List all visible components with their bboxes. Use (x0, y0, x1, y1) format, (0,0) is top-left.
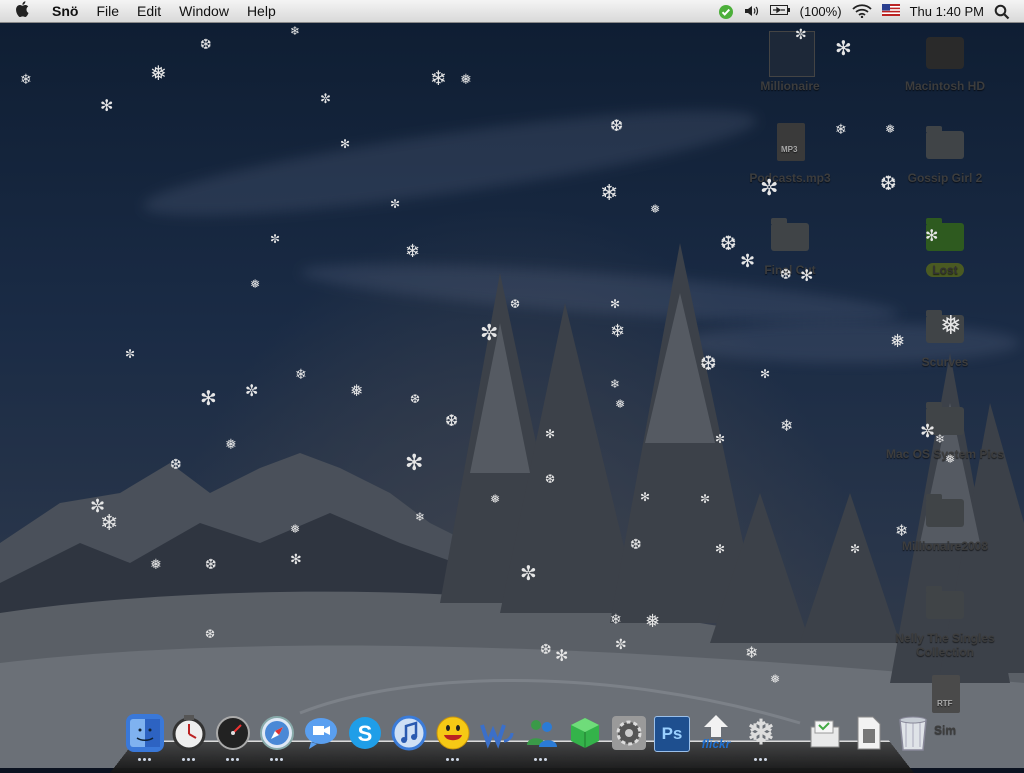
desktop-icon-label: Millionaire2008 (901, 539, 989, 553)
desktop-icon-millionaire[interactable]: Millionaire (735, 29, 845, 93)
msn-messenger-icon[interactable] (522, 714, 560, 761)
desktop-icon-lost[interactable]: Lost (890, 213, 1000, 277)
doc-stack-icon[interactable] (806, 714, 844, 752)
menu-bar: Snö File Edit Window Help (100%) Thu 1:4… (0, 0, 1024, 23)
desktop-icon-macintosh-hd[interactable]: Macintosh HD (890, 29, 1000, 93)
green-folder-icon (922, 213, 968, 259)
photoshop-icon[interactable]: Ps (654, 716, 690, 752)
battery-percent: (100%) (799, 3, 842, 19)
sno-icon[interactable]: ❄ (742, 714, 780, 761)
menu-app-name[interactable]: Snö (46, 3, 87, 19)
ichat-icon[interactable] (302, 714, 340, 752)
status-check-icon[interactable] (718, 4, 734, 19)
desktop-icon-scurves[interactable]: Scurves (890, 305, 1000, 369)
image-file-icon (767, 29, 815, 77)
rtf-file-icon: RTF (922, 673, 968, 719)
menu-help[interactable]: Help (238, 3, 285, 19)
hard-drive-icon (922, 29, 968, 75)
itunes-icon[interactable] (390, 714, 428, 752)
spotlight-search-icon[interactable] (994, 4, 1010, 20)
flickr-label: flickr (701, 737, 731, 751)
trash-icon[interactable] (894, 714, 932, 752)
doc-badge: RTF (937, 699, 953, 708)
battery-icon[interactable] (769, 4, 790, 18)
skype-icon[interactable]: S (346, 714, 384, 752)
snowflake-icon: ❄ (746, 714, 776, 752)
dashboard-icon[interactable] (214, 714, 252, 761)
menubar-clock[interactable]: Thu 1:40 PM (910, 4, 984, 19)
cube-app-icon[interactable] (566, 714, 604, 752)
svg-text:S: S (358, 721, 373, 746)
desktop-icon-label: Lost (926, 263, 964, 277)
menu-file[interactable]: File (87, 3, 128, 19)
folder-icon (922, 121, 968, 167)
document-icon[interactable] (850, 714, 888, 752)
desktop-icon-gossip-girl-2[interactable]: Gossip Girl 2 (890, 121, 1000, 185)
folder-icon (922, 581, 968, 627)
desktop-icon-label: Mac OS System Pics (885, 447, 1005, 461)
desktop-icon-nelly-the-singles-collection[interactable]: Nelly The Singles Collection (880, 581, 1010, 659)
yahoo-messenger-icon[interactable] (434, 714, 472, 761)
desktop-icon-label: Gossip Girl 2 (907, 171, 983, 185)
folder-icon (922, 489, 968, 535)
menu-edit[interactable]: Edit (128, 3, 170, 19)
desktop-icon-label: Sim (933, 723, 956, 737)
folder-icon (922, 305, 968, 351)
desktop-icon-mac-os-system-pics[interactable]: Mac OS System Pics (880, 397, 1010, 461)
desktop-icon-label: Macintosh HD (904, 79, 985, 93)
volume-icon[interactable] (744, 4, 760, 18)
us-flag-input-icon[interactable] (881, 4, 900, 18)
doc-badge: MP3 (781, 145, 798, 154)
clock-icon[interactable] (170, 714, 208, 761)
desktop-icon-label: Podcasts.mp3 (749, 171, 831, 185)
dock: S Ps flickr ❄ (110, 708, 927, 773)
desktop-icon-final-cut[interactable]: Final Cut (735, 213, 845, 277)
apple-menu-icon[interactable] (0, 1, 46, 21)
desktop-icon-label: Millionaire (760, 79, 820, 93)
flickr-uploader-icon[interactable]: flickr (696, 714, 736, 752)
finder-icon[interactable] (126, 714, 164, 761)
desktop-icon-label: Final Cut (764, 263, 816, 277)
desktop-icon-label: Scurves (921, 355, 969, 369)
desktop-wallpaper: Millionaire Macintosh HD MP3 Podcasts.mp… (0, 23, 1024, 768)
safari-icon[interactable] (258, 714, 296, 761)
desktop-icon-millionaire2008[interactable]: Millionaire2008 (890, 489, 1000, 553)
word-icon[interactable] (478, 714, 516, 752)
desktop-icon-podcasts-mp3[interactable]: MP3 Podcasts.mp3 (735, 121, 845, 185)
menu-window[interactable]: Window (170, 3, 238, 19)
folder-icon (767, 213, 813, 259)
desktop-icon-label: Nelly The Singles Collection (895, 631, 995, 659)
photoshop-label: Ps (661, 724, 683, 743)
snowy-pine-trees (440, 243, 1024, 683)
mp3-file-icon: MP3 (767, 121, 813, 167)
system-preferences-icon[interactable] (610, 714, 648, 752)
folder-icon (922, 397, 968, 443)
wifi-icon[interactable] (851, 4, 872, 19)
